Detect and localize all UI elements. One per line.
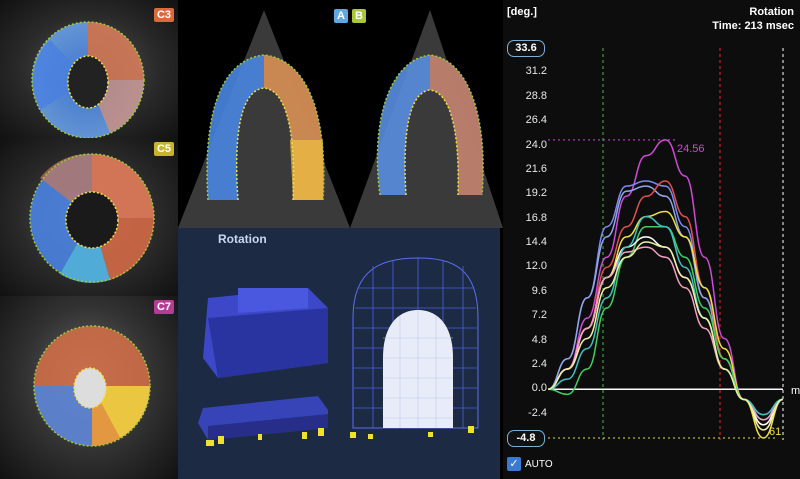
long-axis-view-b[interactable]	[350, 0, 503, 228]
c7-ring-svg	[33, 325, 151, 447]
auto-checkbox[interactable]: ✓	[507, 457, 521, 471]
view-a-svg	[178, 10, 350, 228]
rotation-plot-svg	[547, 48, 784, 440]
long-axis-view-a[interactable]	[178, 0, 350, 228]
view-badge-c5: C5	[153, 142, 174, 156]
axis-edge-label: m	[791, 385, 800, 397]
rotation-series-line-6	[547, 225, 784, 421]
short-axis-view-c5[interactable]: C5	[0, 138, 178, 296]
auto-label: AUTO	[525, 459, 553, 470]
view-badge-c3: C3	[153, 8, 174, 22]
rotation-series-line-1	[547, 139, 784, 431]
model-svg	[198, 257, 479, 446]
view-badge-c7: C7	[153, 300, 174, 314]
view-badge-a: A	[334, 9, 348, 23]
short-axis-view-c3[interactable]: C3	[0, 0, 178, 138]
rotation-series-line-8	[547, 246, 784, 421]
view-b-svg	[350, 10, 503, 228]
rotation-3d-model-panel[interactable]: Rotation	[178, 228, 500, 479]
rotation-graph-panel[interactable]: [deg.] Rotation Time: 213 msec 33.6 -4.8…	[503, 0, 800, 479]
rotation-series-line-5	[547, 210, 784, 439]
rotation-series-line-9	[547, 215, 784, 416]
c5-ring-svg	[29, 153, 155, 283]
rotation-series-line-3	[547, 185, 784, 416]
view-badge-b: B	[352, 9, 366, 23]
peak-value-label: 24.56	[677, 143, 705, 155]
rotation-series-line-10	[547, 241, 784, 431]
model-panel-title: Rotation	[218, 232, 267, 246]
min-value-label: 61	[769, 426, 782, 438]
c3-ring-svg	[31, 21, 145, 138]
short-axis-view-c7[interactable]: C7	[0, 296, 178, 479]
